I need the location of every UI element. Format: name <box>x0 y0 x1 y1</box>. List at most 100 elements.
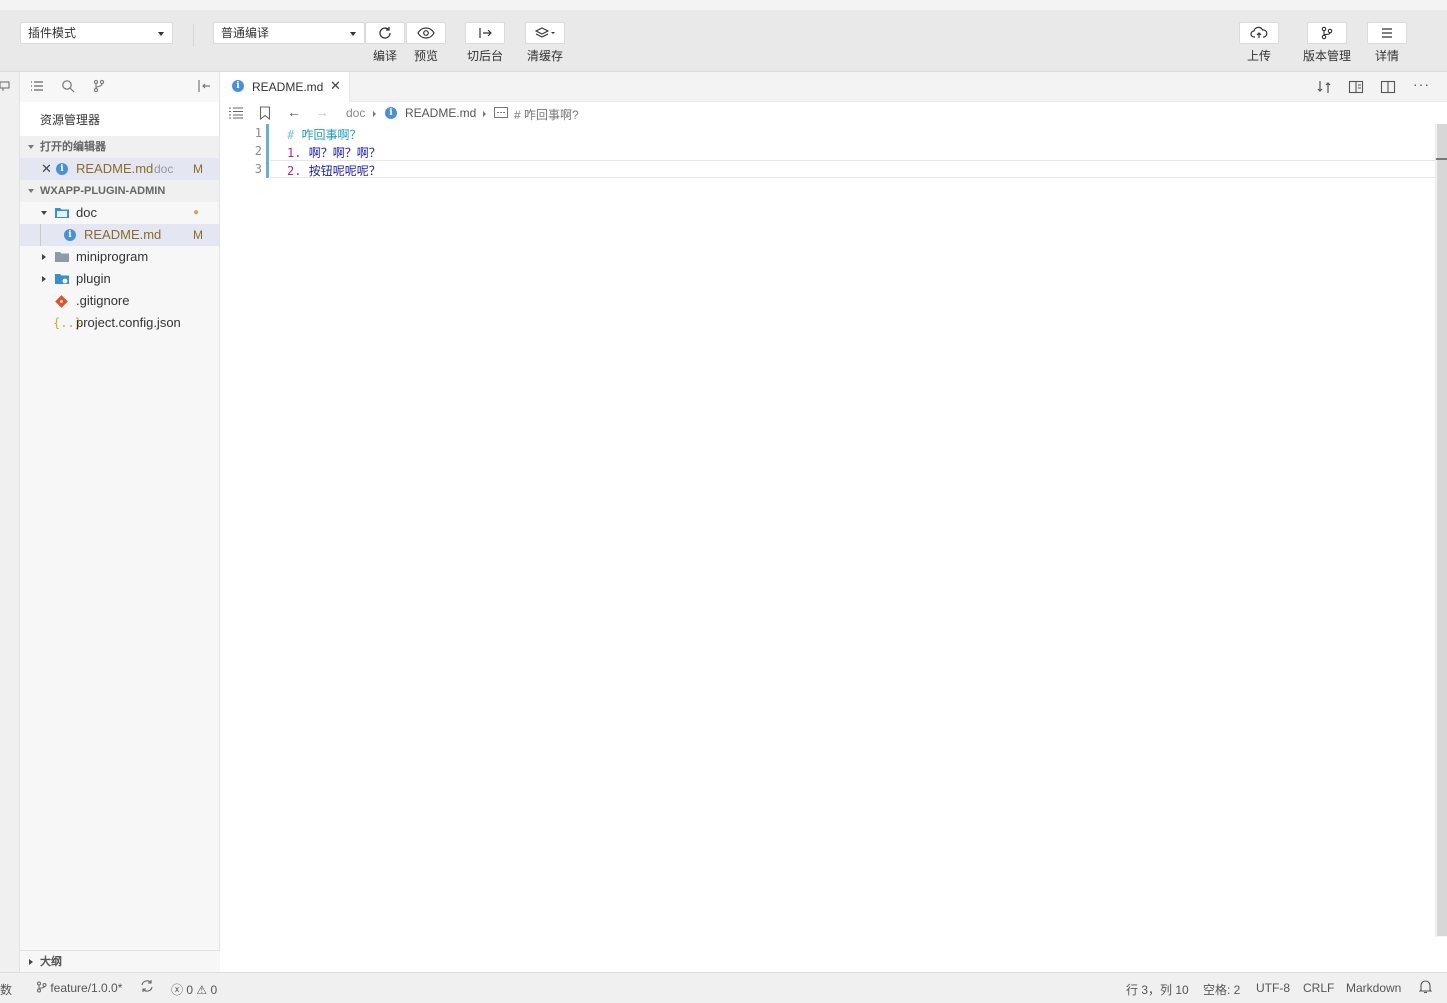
eye-icon <box>417 27 435 39</box>
open-editors-header[interactable]: 打开的编辑器 <box>20 136 219 158</box>
language-mode[interactable]: Markdown <box>1346 981 1401 995</box>
open-editor-filename: README.md <box>76 161 154 176</box>
encoding[interactable]: UTF-8 <box>1256 981 1290 995</box>
details-button[interactable]: 详情 <box>1367 22 1407 64</box>
problems-indicator[interactable]: ⓧ 0 ⚠ 0 <box>171 981 217 998</box>
chevron-down-icon <box>28 189 34 193</box>
plugin-folder-icon <box>55 274 69 284</box>
sync-icon[interactable] <box>140 979 154 996</box>
window-icon[interactable] <box>0 81 10 93</box>
indentation[interactable]: 空格: 2 <box>1203 981 1240 998</box>
more-actions-icon[interactable]: ··· <box>1413 76 1430 92</box>
branch-indicator[interactable]: feature/1.0.0* <box>36 981 122 995</box>
forward-arrow-icon[interactable]: → <box>315 104 329 120</box>
explorer-title: 资源管理器 <box>20 102 219 136</box>
preview-label: 预览 <box>413 49 438 63</box>
tab-readme-label: README.md <box>252 80 324 94</box>
tree-item-doc[interactable]: doc ● <box>20 202 219 224</box>
compile-button[interactable]: 编译 <box>365 22 405 64</box>
code-line-2: 1. 啊？啊？啊？ <box>287 144 381 161</box>
modified-dot: ● <box>193 207 200 218</box>
mode-select-value: 插件模式 <box>28 26 77 40</box>
line-number: 1 <box>254 126 262 140</box>
line-number: 2 <box>254 144 262 158</box>
close-icon[interactable]: ✕ <box>330 78 341 94</box>
source-control-icon[interactable] <box>92 79 106 96</box>
tree-item-gitignore[interactable]: .gitignore <box>20 290 219 312</box>
chevron-right-icon <box>42 276 46 282</box>
tree-item-miniprogram[interactable]: miniprogram <box>20 246 219 268</box>
modified-gutter-marker <box>266 124 269 178</box>
open-editor-folder: doc <box>154 162 174 176</box>
git-branch-icon <box>37 981 47 993</box>
error-count: 0 <box>186 983 194 997</box>
version-control-button-box[interactable] <box>1307 22 1347 44</box>
explorer-list-icon[interactable] <box>30 79 44 96</box>
clear-cache-button[interactable]: 清缓存 <box>525 22 565 64</box>
open-editor-item[interactable]: ✕ i README.md doc M <box>20 158 219 180</box>
tree-item-project-config-label: project.config.json <box>76 315 181 330</box>
upload-button[interactable]: 上传 <box>1239 22 1279 64</box>
project-name: WXAPP-PLUGIN-ADMIN <box>40 185 166 197</box>
markdown-info-icon: i <box>385 107 397 119</box>
compile-button-box[interactable] <box>365 22 405 44</box>
preview-button-box[interactable] <box>406 22 446 44</box>
preview-button[interactable]: 预览 <box>406 22 446 64</box>
tree-item-doc-label: doc <box>76 205 97 220</box>
outline-header[interactable]: 大纲 <box>20 950 220 972</box>
editor-area: i README.md ✕ ··· ← → doc i README.md # … <box>220 72 1447 972</box>
clear-cache-button-box[interactable] <box>525 22 565 44</box>
tree-item-readme[interactable]: i README.md M <box>20 224 219 246</box>
main-toolbar: 插件模式 普通编译 编译 预览 切后台 清缓存 上传 版本管理 详情 <box>0 10 1447 72</box>
bell-icon[interactable] <box>1418 979 1433 997</box>
list-marker: 1. <box>287 146 302 160</box>
folder-icon <box>55 252 69 262</box>
vertical-scrollbar[interactable] <box>1435 124 1447 937</box>
breadcrumb-file[interactable]: README.md <box>405 106 476 120</box>
close-icon[interactable]: ✕ <box>41 158 52 180</box>
tab-readme[interactable]: i README.md ✕ <box>220 72 350 102</box>
backstage-button[interactable]: 切后台 <box>465 22 505 64</box>
indent-guide <box>40 224 41 246</box>
status-left-cut: 数 <box>0 983 13 997</box>
search-icon[interactable] <box>61 79 75 96</box>
code-line-1: # 咋回事啊？ <box>287 126 361 143</box>
list-text: 按钮呢呢呢？ <box>308 164 381 178</box>
breadcrumb-separator-icon <box>483 111 486 117</box>
backstage-label: 切后台 <box>466 49 503 63</box>
list-marker: 2. <box>287 164 302 178</box>
tree-item-plugin-label: plugin <box>76 271 111 286</box>
open-preview-icon[interactable] <box>1348 79 1364 98</box>
collapse-sidebar-icon[interactable] <box>196 79 212 96</box>
upload-button-box[interactable] <box>1239 22 1279 44</box>
details-button-box[interactable] <box>1367 22 1407 44</box>
cloud-upload-icon <box>1250 26 1268 38</box>
project-header[interactable]: WXAPP-PLUGIN-ADMIN <box>20 180 219 202</box>
list-text: 啊？啊？啊？ <box>308 146 381 160</box>
outline-list-icon[interactable] <box>229 107 243 122</box>
compile-mode-select[interactable]: 普通编译 <box>213 22 365 44</box>
tree-item-miniprogram-label: miniprogram <box>76 249 149 264</box>
breadcrumb: ← → doc i README.md # 咋回事啊? <box>220 102 1447 124</box>
version-control-button[interactable]: 版本管理 <box>1303 22 1351 64</box>
branch-name: feature/1.0.0* <box>50 981 123 995</box>
status-bar: 数 feature/1.0.0* ⓧ 0 ⚠ 0 行 3，列 10 空格: 2 … <box>0 972 1447 1003</box>
scrollbar-thumb[interactable] <box>1437 124 1447 936</box>
split-editor-icon[interactable] <box>1380 79 1396 98</box>
warning-count: 0 <box>210 983 218 997</box>
cursor-position[interactable]: 行 3，列 10 <box>1126 981 1189 998</box>
current-line-highlight <box>270 160 1435 178</box>
breadcrumb-folder[interactable]: doc <box>346 106 365 120</box>
explorer-sidebar: 资源管理器 打开的编辑器 ✕ i README.md doc M WXAPP-P… <box>20 72 220 972</box>
code-editor[interactable]: 1 # 咋回事啊？ 2 1. 啊？啊？啊？ 3 2. 按钮呢呢呢？ <box>220 124 1435 954</box>
breadcrumb-symbol[interactable]: # 咋回事啊? <box>514 106 579 123</box>
mode-select[interactable]: 插件模式 <box>20 22 173 44</box>
end-of-line[interactable]: CRLF <box>1303 981 1334 995</box>
back-arrow-icon[interactable]: ← <box>287 104 301 120</box>
error-icon: ⓧ <box>171 983 184 997</box>
compare-changes-icon[interactable] <box>1316 79 1332 98</box>
tree-item-project-config[interactable]: {..} project.config.json <box>20 312 219 334</box>
tree-item-plugin[interactable]: plugin <box>20 268 219 290</box>
bookmark-icon[interactable] <box>259 106 271 123</box>
backstage-button-box[interactable] <box>465 22 505 44</box>
